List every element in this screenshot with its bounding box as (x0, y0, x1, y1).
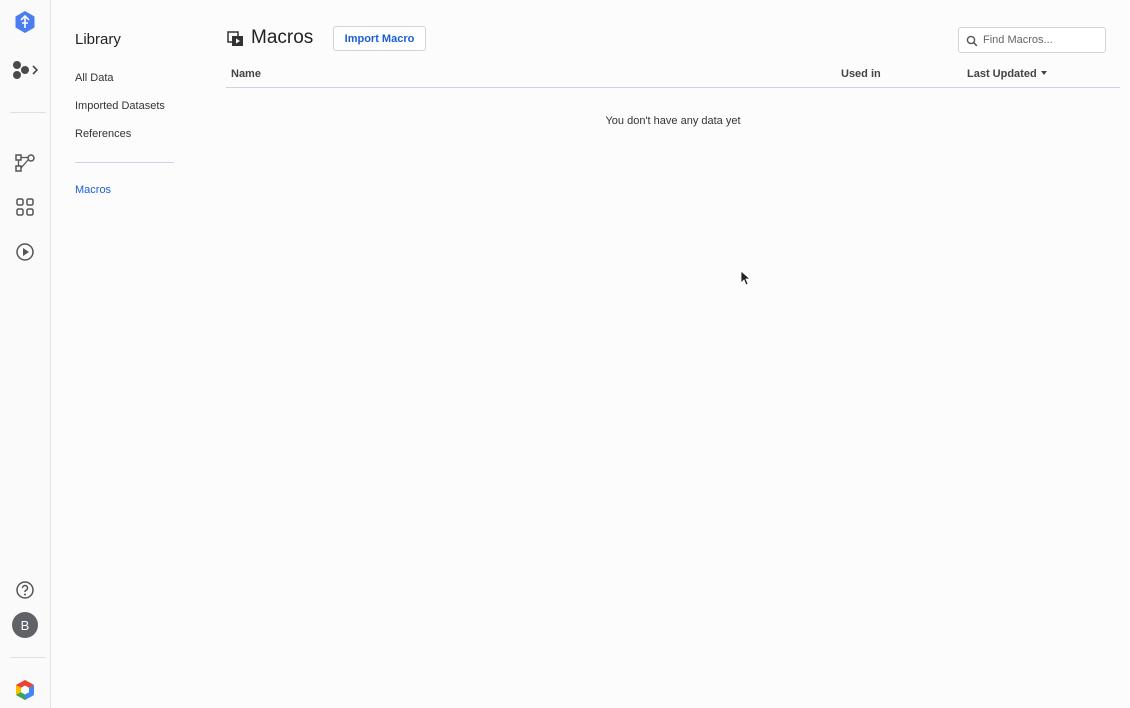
rail-divider (10, 657, 46, 658)
column-header-name[interactable]: Name (231, 68, 261, 80)
column-header-last-updated-label: Last Updated (967, 68, 1037, 80)
play-icon[interactable] (0, 241, 50, 263)
library-title: Library (75, 31, 121, 48)
search-input[interactable] (983, 31, 1101, 49)
empty-state-message: You don't have any data yet (605, 115, 741, 127)
nav-item-all-data[interactable]: All Data (75, 72, 114, 84)
table-header-divider (226, 87, 1120, 88)
help-icon[interactable] (0, 579, 50, 601)
user-avatar[interactable]: B (0, 612, 50, 638)
nav-item-references[interactable]: References (75, 128, 131, 140)
import-macro-button[interactable]: Import Macro (333, 26, 426, 51)
avatar-initial: B (12, 612, 38, 638)
flow-switcher-icon[interactable] (0, 58, 50, 82)
nav-item-imported-datasets[interactable]: Imported Datasets (75, 100, 165, 112)
column-header-last-updated[interactable]: Last Updated (967, 68, 1047, 80)
icon-rail: B (0, 0, 51, 708)
rail-divider (10, 112, 46, 113)
flow-icon[interactable] (0, 152, 50, 174)
sort-descending-icon (1040, 71, 1047, 76)
column-header-used-in[interactable]: Used in (841, 68, 881, 80)
app-window: B Library All Data Imported Datasets Ref… (0, 0, 1130, 708)
mouse-cursor-icon (740, 270, 752, 291)
product-logo-icon[interactable] (0, 10, 50, 34)
grid-icon[interactable] (0, 196, 50, 218)
macros-icon (227, 31, 244, 52)
nav-item-macros[interactable]: Macros (75, 184, 111, 196)
cloud-logo-icon (0, 678, 50, 702)
nav-divider (75, 162, 174, 163)
search-box[interactable] (958, 27, 1106, 53)
page-title: Macros (251, 27, 314, 48)
search-icon (966, 34, 978, 52)
